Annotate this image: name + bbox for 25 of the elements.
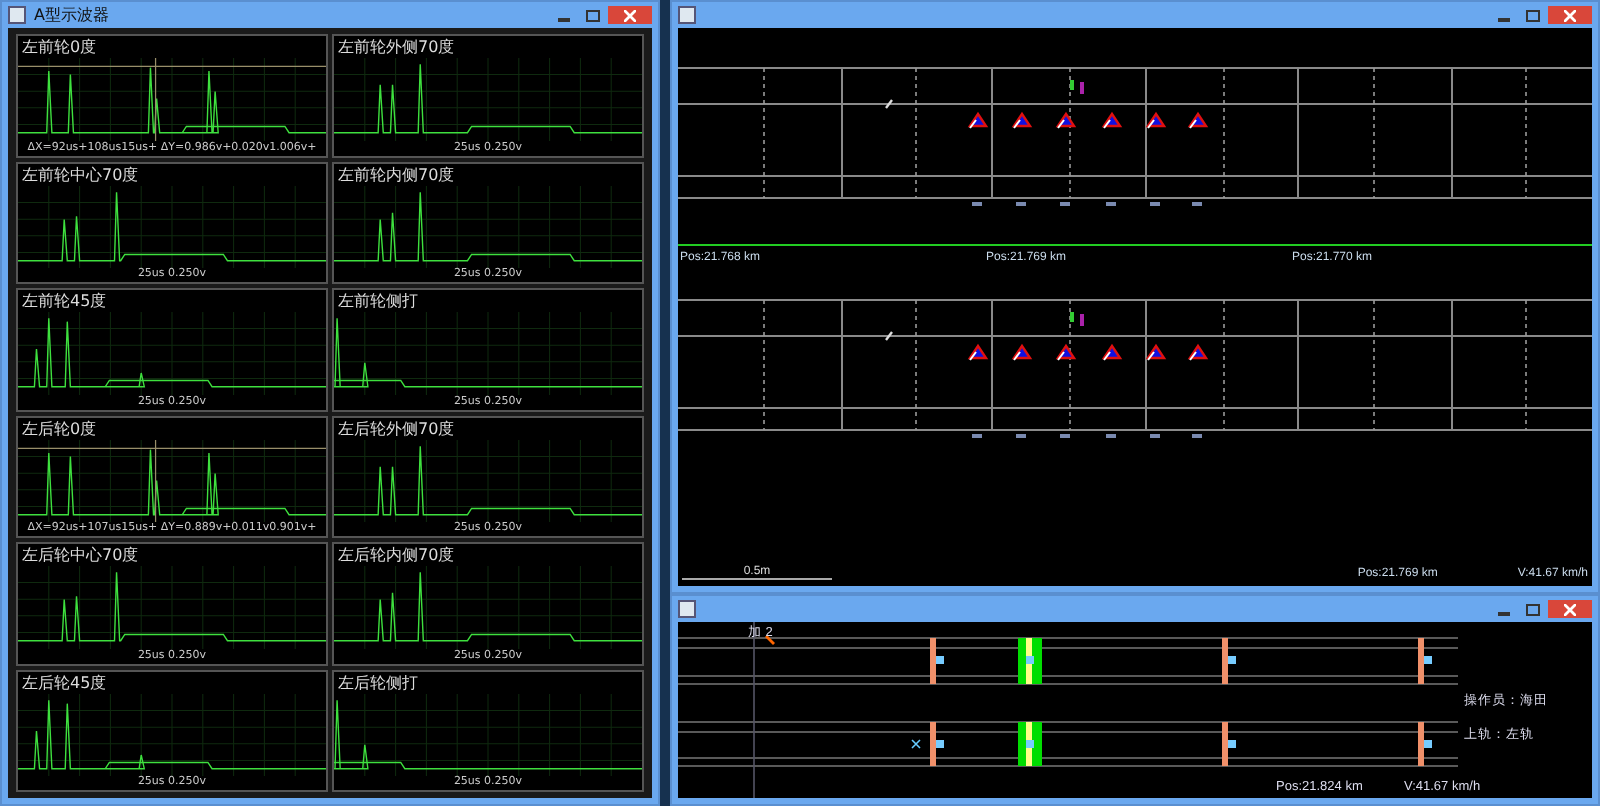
channel-title: 左后轮侧打 xyxy=(336,671,420,693)
channel-title: 左后轮内侧70度 xyxy=(336,544,457,566)
channel-title: 左前轮45度 xyxy=(20,290,109,312)
cursor-line[interactable] xyxy=(154,439,157,522)
cursor-line[interactable] xyxy=(154,58,157,141)
close-icon[interactable] xyxy=(1548,6,1592,24)
maximize-icon[interactable] xyxy=(1520,6,1544,24)
window-title: A型示波器 xyxy=(34,4,111,26)
channel-title: 左后轮0度 xyxy=(20,417,99,439)
channel-title: 左后轮外侧70度 xyxy=(336,417,457,439)
channel-title: 左后轮45度 xyxy=(20,671,109,693)
channel-title: 左前轮中心70度 xyxy=(20,163,141,185)
maximize-icon[interactable] xyxy=(1520,600,1544,618)
close-icon[interactable] xyxy=(608,6,652,24)
channel-title: 左前轮外侧70度 xyxy=(336,36,457,58)
channel-title: 左前轮侧打 xyxy=(336,290,420,312)
close-icon[interactable] xyxy=(1548,600,1592,618)
app-icon xyxy=(8,6,26,24)
app-icon xyxy=(678,6,696,24)
cursor-line[interactable] xyxy=(18,65,326,67)
maximize-icon[interactable] xyxy=(580,6,604,24)
channel-title: 左前轮内侧70度 xyxy=(336,163,457,185)
channel-title: 左前轮0度 xyxy=(20,36,99,58)
channel-title: 左后轮中心70度 xyxy=(20,544,141,566)
app-icon xyxy=(678,600,696,618)
